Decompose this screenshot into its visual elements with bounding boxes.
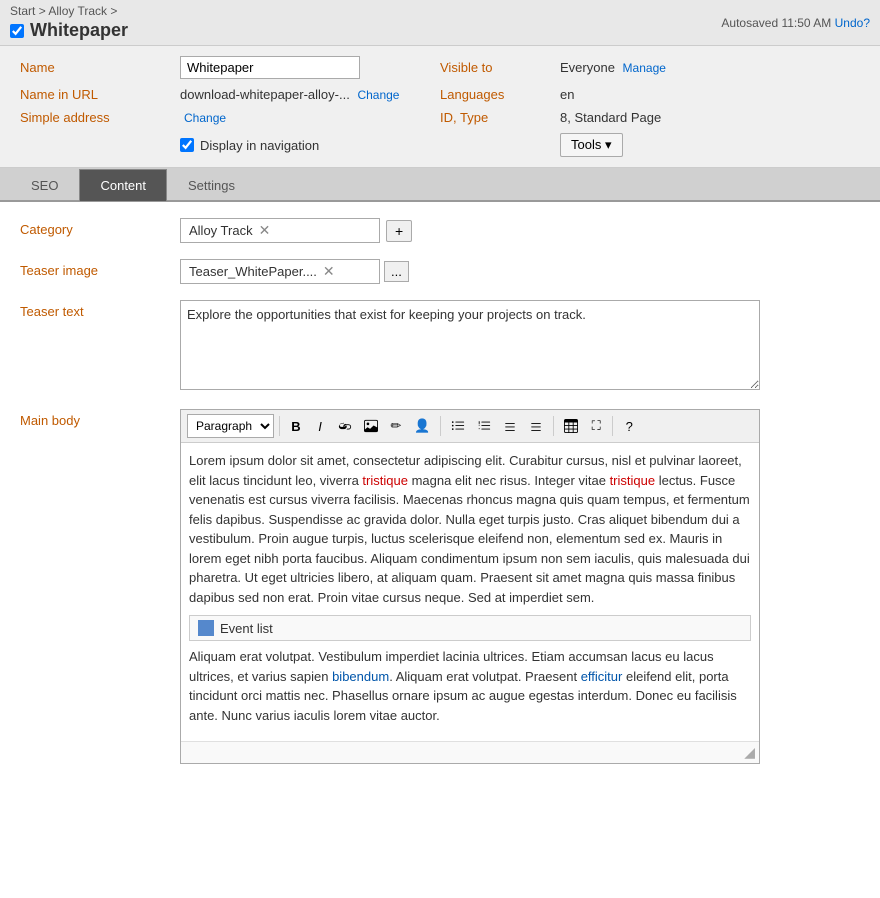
main-body-row: Main body Paragraph B I ✏: [20, 409, 860, 764]
url-text: download-whitepaper-alloy-...: [180, 87, 350, 102]
ul-btn[interactable]: [446, 414, 470, 438]
top-bar: Start > Alloy Track > Whitepaper Autosav…: [0, 0, 880, 46]
main-body-label: Main body: [20, 409, 180, 428]
editor-toolbar: Paragraph B I ✏ 👤: [181, 410, 759, 443]
visible-to-text: Everyone: [560, 60, 615, 75]
tab-seo[interactable]: SEO: [10, 169, 79, 201]
page-title-row: Whitepaper: [10, 20, 128, 41]
teaser-filename: Teaser_WhitePaper....: [189, 264, 317, 279]
autosave-info: Autosaved 11:50 AM Undo?: [721, 16, 870, 30]
visible-to-label: Visible to: [440, 60, 560, 75]
teaser-image-label: Teaser image: [20, 259, 180, 278]
tabs-bar: SEO Content Settings: [0, 168, 880, 202]
category-row: Category Alloy Track ✕ +: [20, 218, 860, 243]
name-field-wrapper: [180, 56, 440, 79]
link-btn[interactable]: [333, 414, 357, 438]
help-btn[interactable]: ?: [618, 414, 640, 438]
content-area: Category Alloy Track ✕ + Teaser image Te…: [0, 202, 880, 796]
tab-settings[interactable]: Settings: [167, 169, 256, 201]
simple-address-label: Simple address: [20, 110, 180, 125]
body-paragraph-1: Lorem ipsum dolor sit amet, consectetur …: [189, 451, 751, 607]
display-nav-checkbox[interactable]: [180, 138, 194, 152]
table-btn[interactable]: [559, 414, 583, 438]
body-paragraph-2: Aliquam erat volutpat. Vestibulum imperd…: [189, 647, 751, 725]
editor-body[interactable]: Lorem ipsum dolor sit amet, consectetur …: [181, 443, 759, 741]
category-add-btn[interactable]: +: [386, 220, 412, 242]
breadcrumb-sep1: >: [39, 4, 46, 18]
event-list-label: Event list: [220, 621, 273, 636]
undo-link[interactable]: Undo?: [835, 16, 870, 30]
toolbar-sep2: [440, 416, 441, 436]
editor-resize-handle: ◢: [181, 741, 759, 763]
resize-icon: ◢: [744, 744, 755, 761]
teaser-text-row: Teaser text Explore the opportunities th…: [20, 300, 860, 393]
teaser-text-label: Teaser text: [20, 300, 180, 319]
page-title: Whitepaper: [30, 20, 128, 41]
change-address-link[interactable]: Change: [184, 111, 226, 125]
indent-right-btn[interactable]: [524, 414, 548, 438]
name-label: Name: [20, 60, 180, 75]
italic-btn[interactable]: I: [309, 414, 331, 438]
breadcrumb: Start > Alloy Track >: [10, 4, 128, 18]
event-list-block: Event list: [189, 615, 751, 641]
bold-btn[interactable]: B: [285, 414, 307, 438]
category-label: Category: [20, 218, 180, 237]
teaser-image-box: Teaser_WhitePaper.... ✕ ...: [180, 259, 860, 284]
languages-value: en: [560, 87, 860, 102]
teaser-text-content: Explore the opportunities that exist for…: [180, 300, 860, 393]
teaser-remove-btn[interactable]: ✕: [321, 263, 337, 280]
category-content: Alloy Track ✕ +: [180, 218, 860, 243]
visible-to-value: Everyone Manage: [560, 60, 860, 75]
breadcrumb-start[interactable]: Start: [10, 4, 35, 18]
id-type-value: 8, Standard Page: [560, 110, 860, 125]
main-body-editor: Paragraph B I ✏ 👤: [180, 409, 760, 764]
tools-button[interactable]: Tools ▾: [560, 133, 623, 157]
person-btn[interactable]: 👤: [409, 414, 435, 438]
teaser-image-row: Teaser image Teaser_WhitePaper.... ✕ ...: [20, 259, 860, 284]
simple-address-change: Change: [180, 110, 440, 125]
category-box: Alloy Track ✕ +: [180, 218, 860, 243]
change-url-link[interactable]: Change: [357, 88, 399, 102]
name-input[interactable]: [180, 56, 360, 79]
info-grid: Name Visible to Everyone Manage Name in …: [20, 56, 860, 157]
fullscreen-btn[interactable]: ⛶: [585, 414, 607, 438]
autosave-text: Autosaved 11:50 AM: [721, 16, 831, 30]
teaser-file-box: Teaser_WhitePaper.... ✕: [180, 259, 380, 284]
name-in-url-value: download-whitepaper-alloy-... Change: [180, 87, 440, 102]
id-type-label: ID, Type: [440, 110, 560, 125]
teaser-text-input[interactable]: Explore the opportunities that exist for…: [180, 300, 760, 390]
page-checkbox[interactable]: [10, 24, 24, 38]
display-nav-row: Display in navigation: [180, 134, 440, 157]
paragraph-select[interactable]: Paragraph: [187, 414, 274, 438]
category-tag: Alloy Track: [189, 223, 253, 238]
breadcrumb-sep2: >: [110, 4, 117, 18]
teaser-image-content: Teaser_WhitePaper.... ✕ ...: [180, 259, 860, 284]
toolbar-sep4: [612, 416, 613, 436]
indent-left-btn[interactable]: [498, 414, 522, 438]
languages-label: Languages: [440, 87, 560, 102]
teaser-browse-btn[interactable]: ...: [384, 261, 409, 282]
display-nav-label: Display in navigation: [200, 138, 319, 153]
edit-btn[interactable]: ✏: [385, 414, 407, 438]
info-section: Name Visible to Everyone Manage Name in …: [0, 46, 880, 168]
breadcrumb-alloytrack[interactable]: Alloy Track: [48, 4, 107, 18]
toolbar-sep1: [279, 416, 280, 436]
tools-wrapper: Tools ▾: [560, 133, 860, 157]
name-in-url-label: Name in URL: [20, 87, 180, 102]
tab-content[interactable]: Content: [79, 169, 167, 201]
category-remove-btn[interactable]: ✕: [257, 222, 273, 239]
manage-link[interactable]: Manage: [623, 61, 666, 75]
category-tag-input: Alloy Track ✕: [180, 218, 380, 243]
image-btn[interactable]: [359, 414, 383, 438]
ol-btn[interactable]: [472, 414, 496, 438]
main-body-content: Paragraph B I ✏ 👤: [180, 409, 860, 764]
toolbar-sep3: [553, 416, 554, 436]
event-list-icon: [198, 620, 214, 636]
